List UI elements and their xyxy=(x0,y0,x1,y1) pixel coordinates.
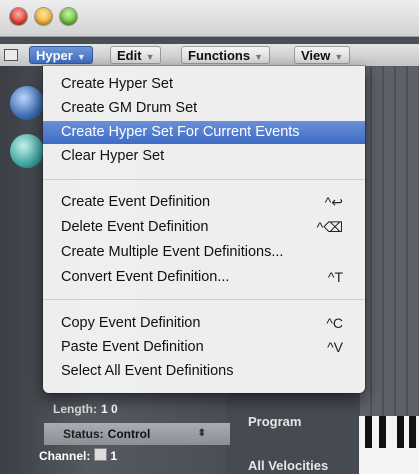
menu-item-label: Create Event Definition xyxy=(61,194,211,210)
black-key[interactable] xyxy=(397,416,404,448)
black-key[interactable] xyxy=(365,416,372,448)
chevron-down-icon: ▼ xyxy=(254,52,264,62)
black-key[interactable] xyxy=(409,416,416,448)
shortcut-text: ^V xyxy=(327,339,343,355)
menu-item-select-all-event-definitions[interactable]: Select All Event Definitions xyxy=(43,360,365,383)
menu-view-label: View xyxy=(301,48,331,63)
black-key[interactable] xyxy=(379,416,386,448)
channel-value: 1 xyxy=(110,449,118,463)
menu-item-paste-event-definition[interactable]: Paste Event Definition ^V xyxy=(43,336,365,359)
link-toggle-icon[interactable] xyxy=(4,49,18,61)
menu-item-create-event-definition[interactable]: Create Event Definition ^↩ xyxy=(43,191,365,214)
menu-item-clear-hyper-set[interactable]: Clear Hyper Set xyxy=(43,145,365,168)
menu-edit[interactable]: Edit ▼ xyxy=(110,46,162,64)
channel-parameter[interactable]: Channel: 1 xyxy=(39,448,117,463)
menu-separator xyxy=(43,179,365,180)
keyboard-strip[interactable] xyxy=(359,416,419,474)
menu-item-create-hyper-set-for-current-events[interactable]: Create Hyper Set For Current Events xyxy=(43,121,365,144)
menu-item-convert-event-definition[interactable]: Convert Event Definition... ^T xyxy=(43,266,365,289)
length-parameter[interactable]: Length: 1 0 xyxy=(53,402,118,416)
channel-label: Channel: xyxy=(39,449,91,463)
menu-separator xyxy=(43,299,365,300)
stepper-arrows-icon[interactable]: ⬍ xyxy=(198,423,206,445)
event-lane-area xyxy=(360,66,419,474)
status-value: Control xyxy=(107,427,151,441)
shortcut-text: ^C xyxy=(326,315,343,331)
zoom-button[interactable] xyxy=(60,8,77,25)
menu-hyper-label: Hyper xyxy=(36,48,73,63)
menu-item-label: Convert Event Definition... xyxy=(61,269,230,285)
program-row-label[interactable]: Program xyxy=(248,414,301,429)
hyper-knob[interactable] xyxy=(10,134,44,168)
local-menubar: Hyper ▼ Edit ▼ Functions ▼ View ▼ xyxy=(0,44,419,67)
menu-edit-label: Edit xyxy=(117,48,142,63)
menu-item-label: Clear Hyper Set xyxy=(61,148,165,164)
chevron-down-icon: ▼ xyxy=(145,52,155,62)
menu-hyper[interactable]: Hyper ▼ xyxy=(29,46,93,64)
menu-item-create-multiple-event-definitions[interactable]: Create Multiple Event Definitions... xyxy=(43,241,365,264)
menu-functions-label: Functions xyxy=(188,48,251,63)
menu-item-label: Select All Event Definitions xyxy=(61,363,234,379)
menu-item-label: Copy Event Definition xyxy=(61,315,201,331)
status-parameter[interactable]: Status: Control ⬍ xyxy=(44,423,230,445)
chevron-down-icon: ▼ xyxy=(76,52,86,62)
shortcut-text: ^T xyxy=(327,269,343,285)
menu-functions[interactable]: Functions ▼ xyxy=(181,46,271,64)
close-button[interactable] xyxy=(10,8,27,25)
menu-view[interactable]: View ▼ xyxy=(294,46,351,64)
menu-item-label: Create Multiple Event Definitions... xyxy=(61,244,284,260)
menu-item-label: Create Hyper Set For Current Events xyxy=(61,124,300,140)
menu-item-create-hyper-set[interactable]: Create Hyper Set xyxy=(43,73,365,96)
hyper-dropdown-menu: Create Hyper Set Create GM Drum Set Crea… xyxy=(43,66,365,393)
menu-item-label: Paste Event Definition xyxy=(61,339,204,355)
chevron-down-icon: ▼ xyxy=(334,52,344,62)
channel-checkbox[interactable] xyxy=(94,448,108,461)
menu-item-create-gm-drum-set[interactable]: Create GM Drum Set xyxy=(43,97,365,120)
menu-item-delete-event-definition[interactable]: Delete Event Definition ^⌫ xyxy=(43,216,365,239)
menu-item-label: Create GM Drum Set xyxy=(61,100,198,116)
status-label: Status: xyxy=(63,427,104,441)
length-label: Length: xyxy=(53,402,97,416)
menu-item-copy-event-definition[interactable]: Copy Event Definition ^C xyxy=(43,312,365,335)
length-value: 1 0 xyxy=(101,402,118,416)
view-mode-knob[interactable] xyxy=(10,86,44,120)
minimize-button[interactable] xyxy=(35,8,52,25)
window-titlebar xyxy=(0,0,419,37)
menu-item-label: Delete Event Definition xyxy=(61,219,209,235)
shortcut-return-icon: ^↩ xyxy=(324,194,343,210)
shortcut-delete-icon: ^⌫ xyxy=(316,219,343,235)
all-velocities-row-label[interactable]: All Velocities xyxy=(248,458,328,473)
menu-item-label: Create Hyper Set xyxy=(61,76,174,92)
